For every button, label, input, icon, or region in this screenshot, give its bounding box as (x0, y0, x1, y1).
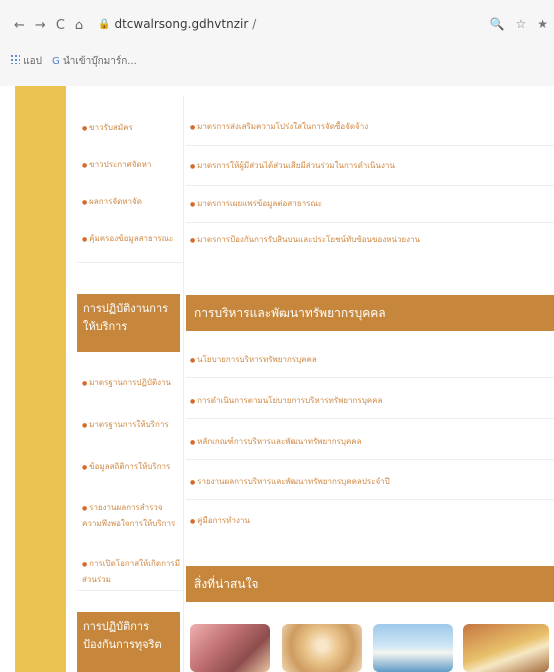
reload-icon[interactable]: C (56, 18, 65, 33)
sidebar-link-service-standard[interactable]: มาตรฐานการให้บริการ (82, 417, 182, 433)
main-link-public-disclosure[interactable]: มาตรการเผยแพร่ข้อมูลต่อสาธารณะ (190, 198, 550, 211)
sidebar-link-public-info[interactable]: คุ้มครองข้อมูลสาธารณะ (82, 231, 182, 247)
bookmark-label: แอป (23, 56, 42, 67)
column-divider (183, 96, 184, 672)
thumbnail-image[interactable] (282, 624, 362, 672)
main-link-bribery-prevention[interactable]: มาตรการป้องกันการรับสินบนและประโยชน์ทับซ… (190, 234, 550, 247)
main-link-procurement-transparency[interactable]: มาตรการส่งเสริมความโปร่งใสในการจัดซื้อจั… (190, 121, 550, 134)
bookmark-apps[interactable]: แอป (10, 54, 42, 69)
browser-tools: 🔍 ☆ ★ (490, 17, 548, 31)
thumbnail-image[interactable] (190, 624, 270, 672)
extension-icon[interactable]: ★ (537, 17, 548, 31)
bookmarks-bar: แอป G นำเข้าบุ๊กมาร์ก... (10, 54, 137, 69)
main-link-stakeholder-participation[interactable]: มาตรการให้ผู้มีส่วนได้ส่วนเสียมีส่วนร่วม… (190, 160, 550, 173)
url-host: dtcwalrsong.gdhvtnzir (114, 17, 249, 31)
google-icon: G (52, 56, 60, 67)
thumbnail-image[interactable] (463, 624, 549, 672)
divider (186, 222, 554, 223)
sidebar-link-service-stats[interactable]: ข้อมูลสถิติการให้บริการ (82, 459, 182, 475)
main-link-hr-criteria[interactable]: หลักเกณฑ์การบริหารและพัฒนาทรัพยากรบุคคล (190, 436, 550, 449)
address-bar[interactable]: 🔒 dtcwalrsong.gdhvtnzir / (98, 17, 256, 31)
left-decor-strip (15, 86, 66, 672)
divider (186, 185, 554, 186)
search-icon[interactable]: 🔍 (490, 17, 505, 31)
url-path: / (252, 17, 257, 31)
main-section-hr: การบริหารและพัฒนาทรัพยากรบุคคล (186, 295, 554, 331)
divider (186, 499, 554, 500)
sidebar-link-procurement-result[interactable]: ผลการจัดหาจัด (82, 194, 182, 210)
home-icon[interactable]: ⌂ (75, 18, 83, 33)
divider (186, 145, 554, 146)
main-link-work-manual[interactable]: คู่มือการทำงาน (190, 515, 550, 528)
sidebar-link-procurement-news[interactable]: ขาวประกาศจัดหา (82, 157, 182, 173)
sidebar-link-satisfaction-report[interactable]: รายงานผลการสำรวจความพึงพอใจการให้บริการ (82, 500, 182, 531)
bookmark-import[interactable]: G นำเข้าบุ๊กมาร์ก... (52, 54, 137, 69)
sidebar-section-service: การปฏิบัติงานการให้บริการ (77, 294, 180, 352)
browser-nav: ← → C ⌂ (14, 18, 83, 33)
main-link-hr-implementation[interactable]: การดำเนินการตามนโยบายการบริหารทรัพยากรบุ… (190, 395, 550, 408)
sidebar-link-participation[interactable]: การเปิดโอกาสให้เกิดการมีส่วนร่วม (82, 556, 182, 587)
star-icon[interactable]: ☆ (515, 17, 526, 31)
bookmark-label: นำเข้าบุ๊กมาร์ก... (62, 56, 137, 67)
sidebar-link-jobs[interactable]: ขาวรับสมัคร (82, 120, 182, 136)
back-icon[interactable]: ← (14, 18, 25, 33)
main-link-hr-annual-report[interactable]: รายงานผลการบริหารและพัฒนาทรัพยากรบุคคลปร… (190, 476, 550, 489)
divider (77, 262, 183, 263)
sidebar-section-anticorruption: การปฏิบัติการป้องกันการทุจริต (77, 612, 180, 672)
divider (186, 459, 554, 460)
apps-icon (10, 54, 20, 64)
lock-icon: 🔒 (98, 18, 111, 30)
main-link-hr-policy[interactable]: นโยบายการบริหารทรัพยากรบุคคล (190, 354, 550, 367)
divider (77, 590, 183, 591)
thumbnail-image[interactable] (373, 624, 453, 672)
browser-chrome: ← → C ⌂ 🔒 dtcwalrsong.gdhvtnzir / 🔍 ☆ ★ แ… (0, 0, 554, 86)
divider (186, 418, 554, 419)
sidebar-link-work-standard[interactable]: มาตรฐานการปฏิบัติงาน (82, 375, 182, 391)
main-section-interesting: สิ่งที่น่าสนใจ (186, 566, 554, 602)
forward-icon[interactable]: → (35, 18, 46, 33)
divider (186, 377, 554, 378)
